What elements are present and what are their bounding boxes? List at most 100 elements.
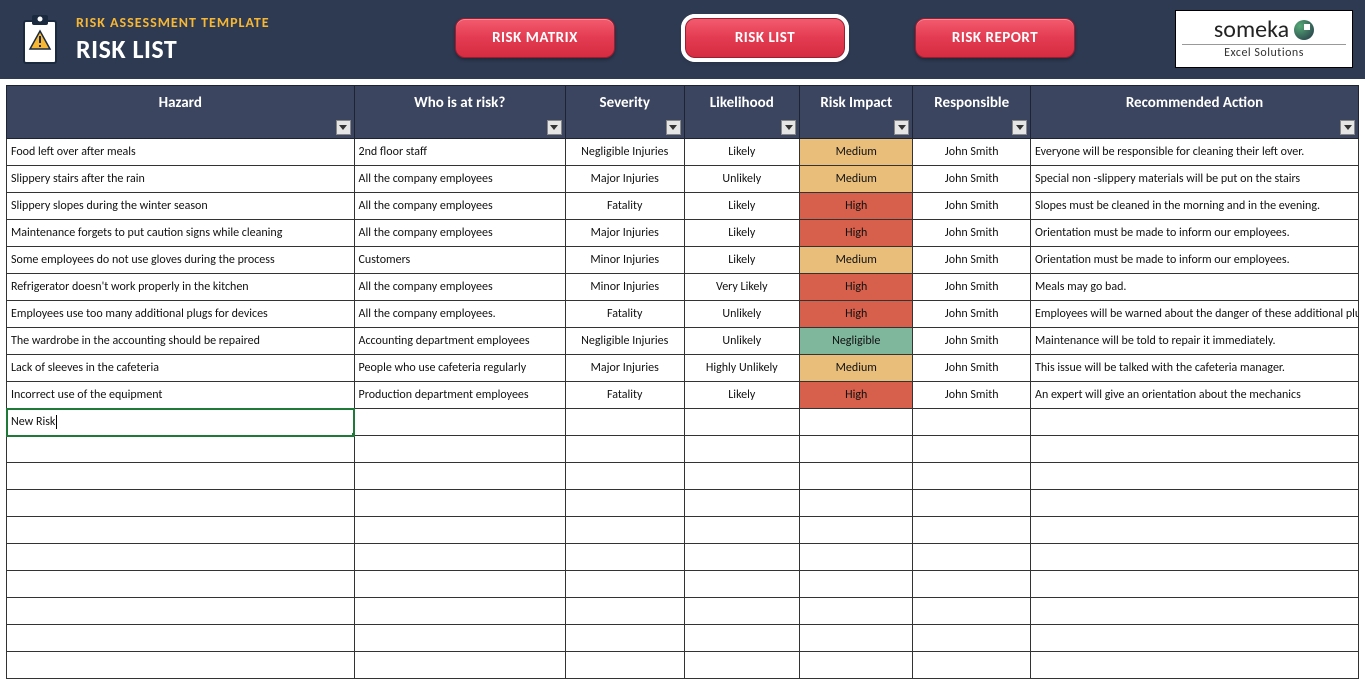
filter-dropdown-icon[interactable] (1340, 120, 1355, 135)
cell-impact[interactable]: Medium (800, 355, 913, 382)
cell-who[interactable]: Accounting department employees (354, 328, 565, 355)
cell-empty[interactable] (565, 517, 684, 544)
cell-empty[interactable] (7, 517, 355, 544)
cell-hazard[interactable]: Employees use too many additional plugs … (7, 301, 355, 328)
cell-action[interactable]: Everyone will be responsible for cleanin… (1031, 139, 1359, 166)
cell-likelihood[interactable]: Likely (684, 247, 800, 274)
cell-hazard[interactable]: Some employees do not use gloves during … (7, 247, 355, 274)
cell-action[interactable]: Maintenance will be told to repair it im… (1031, 328, 1359, 355)
filter-dropdown-icon[interactable] (781, 120, 796, 135)
cell-who[interactable]: All the company employees. (354, 301, 565, 328)
cell-hazard[interactable]: Refrigerator doesn't work properly in th… (7, 274, 355, 301)
cell-empty[interactable] (565, 571, 684, 598)
cell-empty[interactable] (913, 490, 1031, 517)
cell-empty[interactable] (7, 598, 355, 625)
cell-likelihood[interactable]: Likely (684, 220, 800, 247)
cell-severity[interactable]: Fatality (565, 193, 684, 220)
cell-empty[interactable] (565, 490, 684, 517)
cell-action[interactable]: An expert will give an orientation about… (1031, 382, 1359, 409)
cell-severity[interactable]: Major Injuries (565, 220, 684, 247)
cell-empty[interactable] (565, 463, 684, 490)
cell-responsible[interactable]: John Smith (913, 139, 1031, 166)
cell-empty[interactable] (354, 463, 565, 490)
cell-empty[interactable] (354, 517, 565, 544)
cell-empty[interactable] (7, 436, 355, 463)
filter-dropdown-icon[interactable] (666, 120, 681, 135)
cell-empty[interactable] (800, 598, 913, 625)
cell-hazard[interactable]: Incorrect use of the equipment (7, 382, 355, 409)
cell-likelihood[interactable]: Highly Unlikely (684, 355, 800, 382)
cell-empty[interactable] (913, 544, 1031, 571)
cell-empty[interactable] (913, 436, 1031, 463)
cell-hazard[interactable]: Slippery stairs after the rain (7, 166, 355, 193)
nav-risk-matrix[interactable]: RISK MATRIX (455, 18, 615, 58)
cell-empty[interactable] (800, 463, 913, 490)
cell-empty[interactable] (1031, 490, 1359, 517)
cell-empty[interactable] (800, 544, 913, 571)
cell-empty[interactable] (913, 463, 1031, 490)
cell-empty[interactable] (684, 517, 800, 544)
cell-action[interactable]: Slopes must be cleaned in the morning an… (1031, 193, 1359, 220)
cell-empty[interactable] (354, 436, 565, 463)
cell-severity[interactable]: Negligible Injuries (565, 139, 684, 166)
cell-impact[interactable]: Negligible (800, 328, 913, 355)
cell-impact[interactable] (800, 409, 913, 436)
nav-risk-report[interactable]: RISK REPORT (915, 18, 1075, 58)
cell-hazard[interactable]: Food left over after meals (7, 139, 355, 166)
filter-dropdown-icon[interactable] (336, 120, 351, 135)
cell-empty[interactable] (565, 652, 684, 679)
cell-empty[interactable] (800, 571, 913, 598)
cell-empty[interactable] (1031, 598, 1359, 625)
cell-action[interactable]: Orientation must be made to inform our e… (1031, 247, 1359, 274)
cell-likelihood[interactable]: Likely (684, 382, 800, 409)
cell-responsible[interactable] (913, 409, 1031, 436)
cell-action[interactable]: This issue will be talked with the cafet… (1031, 355, 1359, 382)
filter-dropdown-icon[interactable] (547, 120, 562, 135)
cell-empty[interactable] (7, 544, 355, 571)
cell-empty[interactable] (913, 571, 1031, 598)
cell-likelihood[interactable]: Unlikely (684, 328, 800, 355)
cell-impact[interactable]: High (800, 382, 913, 409)
cell-empty[interactable] (684, 571, 800, 598)
cell-severity[interactable]: Fatality (565, 301, 684, 328)
cell-empty[interactable] (565, 544, 684, 571)
cell-likelihood[interactable]: Very Likely (684, 274, 800, 301)
cell-likelihood[interactable]: Likely (684, 139, 800, 166)
cell-who[interactable]: 2nd floor staff (354, 139, 565, 166)
cell-empty[interactable] (913, 517, 1031, 544)
cell-empty[interactable] (684, 436, 800, 463)
cell-severity[interactable]: Negligible Injuries (565, 328, 684, 355)
cell-hazard[interactable]: New Risk (7, 409, 355, 436)
cell-empty[interactable] (1031, 436, 1359, 463)
cell-empty[interactable] (354, 544, 565, 571)
cell-who[interactable]: All the company employees (354, 193, 565, 220)
cell-empty[interactable] (565, 436, 684, 463)
cell-empty[interactable] (7, 463, 355, 490)
cell-impact[interactable]: High (800, 220, 913, 247)
cell-impact[interactable]: High (800, 301, 913, 328)
cell-responsible[interactable]: John Smith (913, 274, 1031, 301)
cell-who[interactable]: Customers (354, 247, 565, 274)
cell-responsible[interactable]: John Smith (913, 166, 1031, 193)
cell-impact[interactable]: Medium (800, 166, 913, 193)
cell-hazard[interactable]: Maintenance forgets to put caution signs… (7, 220, 355, 247)
cell-empty[interactable] (354, 490, 565, 517)
cell-empty[interactable] (354, 625, 565, 652)
cell-hazard[interactable]: The wardrobe in the accounting should be… (7, 328, 355, 355)
cell-empty[interactable] (913, 625, 1031, 652)
cell-severity[interactable]: Fatality (565, 382, 684, 409)
cell-empty[interactable] (7, 571, 355, 598)
cell-who[interactable]: Production department employees (354, 382, 565, 409)
cell-who[interactable]: All the company employees (354, 274, 565, 301)
cell-empty[interactable] (684, 463, 800, 490)
cell-responsible[interactable]: John Smith (913, 193, 1031, 220)
cell-severity[interactable]: Major Injuries (565, 166, 684, 193)
cell-empty[interactable] (800, 436, 913, 463)
cell-responsible[interactable]: John Smith (913, 247, 1031, 274)
cell-impact[interactable]: High (800, 274, 913, 301)
cell-empty[interactable] (354, 652, 565, 679)
cell-who[interactable]: All the company employees (354, 166, 565, 193)
cell-empty[interactable] (800, 625, 913, 652)
cell-empty[interactable] (1031, 625, 1359, 652)
cell-likelihood[interactable]: Unlikely (684, 301, 800, 328)
